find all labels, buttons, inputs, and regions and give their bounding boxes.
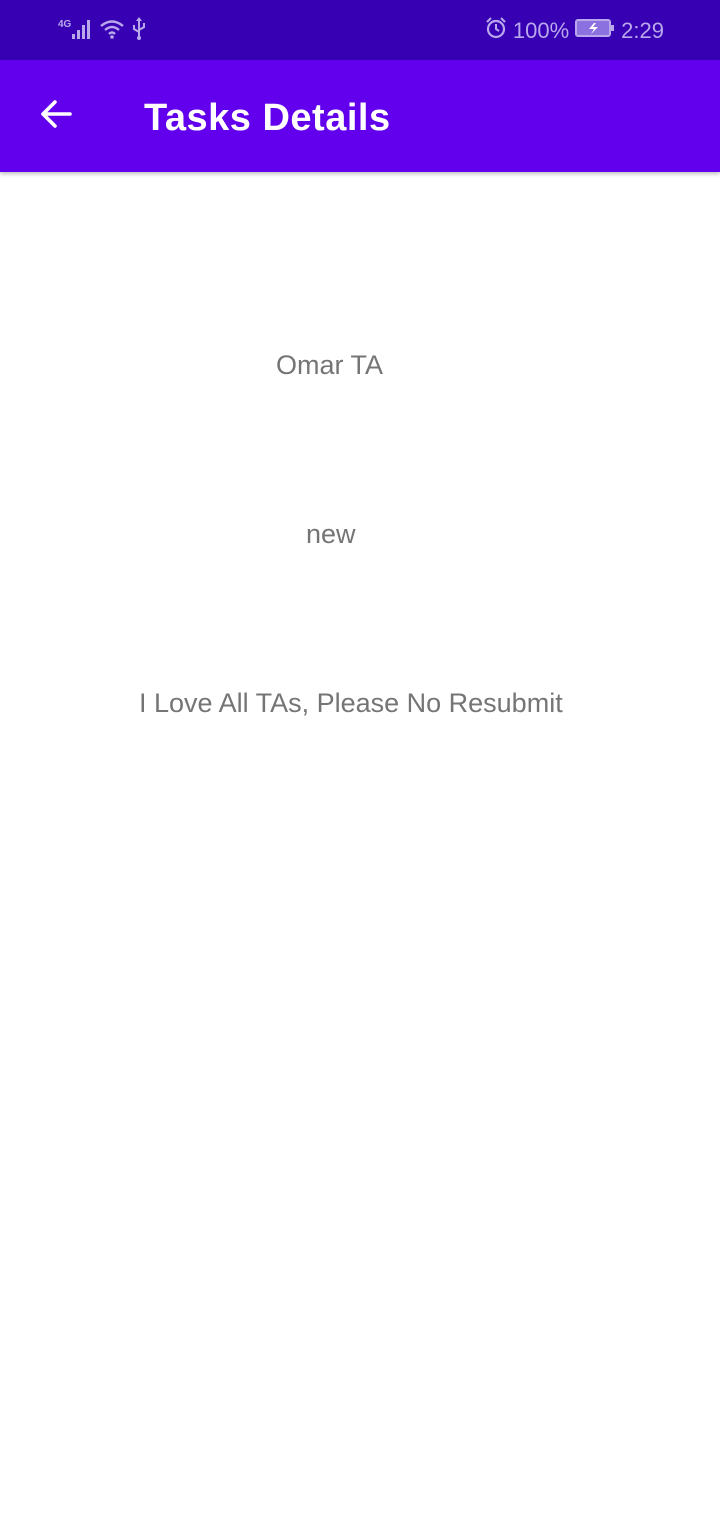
alarm-icon	[485, 17, 507, 45]
task-title: Omar TA	[276, 350, 384, 380]
battery-charging-icon	[575, 17, 615, 45]
wifi-icon	[99, 18, 125, 45]
task-status: new	[306, 519, 356, 549]
status-right-icons: 100% 2:29	[485, 16, 664, 46]
task-description: I Love All TAs, Please No Resubmit	[139, 688, 563, 718]
status-bar: 4G 100% 2:29	[0, 0, 720, 60]
network-type-label: 4G	[58, 18, 72, 30]
usb-icon	[131, 16, 147, 46]
signal-icon	[71, 18, 93, 45]
page-title: Tasks Details	[144, 97, 391, 139]
arrow-back-icon[interactable]	[38, 96, 74, 137]
status-left-icons: 4G	[58, 16, 147, 46]
back-button[interactable]	[28, 88, 84, 144]
battery-percent: 100%	[512, 18, 570, 43]
clock-time: 2:29	[621, 18, 664, 43]
app-bar: Tasks Details	[0, 60, 720, 172]
